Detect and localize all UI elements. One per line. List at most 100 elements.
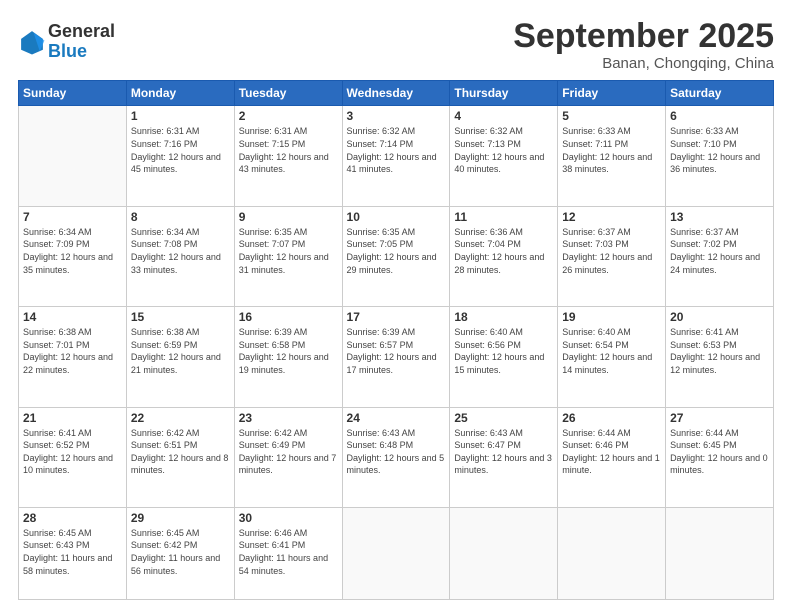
table-row: 21Sunrise: 6:41 AM Sunset: 6:52 PM Dayli… <box>19 407 127 507</box>
day-info: Sunrise: 6:43 AM Sunset: 6:48 PM Dayligh… <box>347 427 446 477</box>
header: General Blue September 2025 Banan, Chong… <box>18 18 774 72</box>
day-info: Sunrise: 6:33 AM Sunset: 7:10 PM Dayligh… <box>670 125 769 175</box>
day-info: Sunrise: 6:41 AM Sunset: 6:53 PM Dayligh… <box>670 326 769 376</box>
day-number: 27 <box>670 411 769 425</box>
day-info: Sunrise: 6:41 AM Sunset: 6:52 PM Dayligh… <box>23 427 122 477</box>
day-info: Sunrise: 6:32 AM Sunset: 7:14 PM Dayligh… <box>347 125 446 175</box>
day-number: 15 <box>131 310 230 324</box>
day-number: 7 <box>23 210 122 224</box>
day-info: Sunrise: 6:31 AM Sunset: 7:15 PM Dayligh… <box>239 125 338 175</box>
day-info: Sunrise: 6:35 AM Sunset: 7:07 PM Dayligh… <box>239 226 338 276</box>
day-number: 13 <box>670 210 769 224</box>
table-row: 9 Sunrise: 6:35 AM Sunset: 7:07 PM Daylig… <box>234 206 342 306</box>
table-row: 30 Sunrise: 6:46 AM Sunset: 6:41 PM Dayli… <box>234 507 342 599</box>
table-row: 17 Sunrise: 6:39 AM Sunset: 6:57 PM Dayli… <box>342 307 450 407</box>
table-row: 1Sunrise: 6:31 AM Sunset: 7:16 PM Daylig… <box>126 106 234 206</box>
calendar-table: Sunday Monday Tuesday Wednesday Thursday… <box>18 80 774 600</box>
day-number: 18 <box>454 310 553 324</box>
day-info: Sunrise: 6:40 AM Sunset: 6:56 PM Dayligh… <box>454 326 553 376</box>
col-monday: Monday <box>126 81 234 106</box>
day-number: 17 <box>347 310 446 324</box>
day-number: 20 <box>670 310 769 324</box>
day-info: Sunrise: 6:40 AM Sunset: 6:54 PM Dayligh… <box>562 326 661 376</box>
month-title: September 2025 <box>513 18 774 55</box>
table-row: 12 Sunrise: 6:37 AM Sunset: 7:03 PM Dayli… <box>558 206 666 306</box>
day-info: Sunrise: 6:42 AM Sunset: 6:49 PM Dayligh… <box>239 427 338 477</box>
day-info: Sunrise: 6:36 AM Sunset: 7:04 PM Dayligh… <box>454 226 553 276</box>
table-row: 6 Sunrise: 6:33 AM Sunset: 7:10 PM Daylig… <box>666 106 774 206</box>
day-number: 4 <box>454 109 553 123</box>
day-info: Sunrise: 6:39 AM Sunset: 6:58 PM Dayligh… <box>239 326 338 376</box>
day-number: 9 <box>239 210 338 224</box>
table-row: 18 Sunrise: 6:40 AM Sunset: 6:56 PM Dayli… <box>450 307 558 407</box>
day-info: Sunrise: 6:34 AM Sunset: 7:09 PM Dayligh… <box>23 226 122 276</box>
col-thursday: Thursday <box>450 81 558 106</box>
day-info: Sunrise: 6:37 AM Sunset: 7:03 PM Dayligh… <box>562 226 661 276</box>
table-row: 15 Sunrise: 6:38 AM Sunset: 6:59 PM Dayli… <box>126 307 234 407</box>
day-number: 3 <box>347 109 446 123</box>
table-row <box>558 507 666 599</box>
day-info: Sunrise: 6:32 AM Sunset: 7:13 PM Dayligh… <box>454 125 553 175</box>
col-tuesday: Tuesday <box>234 81 342 106</box>
day-info: Sunrise: 6:45 AM Sunset: 6:43 PM Dayligh… <box>23 527 122 577</box>
title-block: September 2025 Banan, Chongqing, China <box>513 18 774 72</box>
day-number: 29 <box>131 511 230 525</box>
day-number: 28 <box>23 511 122 525</box>
day-info: Sunrise: 6:44 AM Sunset: 6:45 PM Dayligh… <box>670 427 769 477</box>
day-info: Sunrise: 6:43 AM Sunset: 6:47 PM Dayligh… <box>454 427 553 477</box>
table-row: 29 Sunrise: 6:45 AM Sunset: 6:42 PM Dayli… <box>126 507 234 599</box>
table-row: 27 Sunrise: 6:44 AM Sunset: 6:45 PM Dayli… <box>666 407 774 507</box>
day-number: 5 <box>562 109 661 123</box>
day-number: 23 <box>239 411 338 425</box>
day-number: 24 <box>347 411 446 425</box>
table-row: 13Sunrise: 6:37 AM Sunset: 7:02 PM Dayli… <box>666 206 774 306</box>
day-info: Sunrise: 6:34 AM Sunset: 7:08 PM Dayligh… <box>131 226 230 276</box>
day-info: Sunrise: 6:35 AM Sunset: 7:05 PM Dayligh… <box>347 226 446 276</box>
table-row: 4 Sunrise: 6:32 AM Sunset: 7:13 PM Daylig… <box>450 106 558 206</box>
calendar-header-row: Sunday Monday Tuesday Wednesday Thursday… <box>19 81 774 106</box>
day-number: 6 <box>670 109 769 123</box>
logo-icon <box>18 28 46 56</box>
day-number: 19 <box>562 310 661 324</box>
table-row <box>666 507 774 599</box>
table-row <box>19 106 127 206</box>
table-row: 22Sunrise: 6:42 AM Sunset: 6:51 PM Dayli… <box>126 407 234 507</box>
day-info: Sunrise: 6:45 AM Sunset: 6:42 PM Dayligh… <box>131 527 230 577</box>
day-number: 11 <box>454 210 553 224</box>
day-number: 14 <box>23 310 122 324</box>
table-row: 14 Sunrise: 6:38 AM Sunset: 7:01 PM Dayli… <box>19 307 127 407</box>
day-info: Sunrise: 6:46 AM Sunset: 6:41 PM Dayligh… <box>239 527 338 577</box>
day-info: Sunrise: 6:39 AM Sunset: 6:57 PM Dayligh… <box>347 326 446 376</box>
day-number: 26 <box>562 411 661 425</box>
table-row: 3 Sunrise: 6:32 AM Sunset: 7:14 PM Daylig… <box>342 106 450 206</box>
day-number: 25 <box>454 411 553 425</box>
table-row: 10 Sunrise: 6:35 AM Sunset: 7:05 PM Dayli… <box>342 206 450 306</box>
table-row: 5 Sunrise: 6:33 AM Sunset: 7:11 PM Daylig… <box>558 106 666 206</box>
table-row: 28 Sunrise: 6:45 AM Sunset: 6:43 PM Dayli… <box>19 507 127 599</box>
col-saturday: Saturday <box>666 81 774 106</box>
logo-line2: Blue <box>48 42 115 62</box>
table-row: 23 Sunrise: 6:42 AM Sunset: 6:49 PM Dayli… <box>234 407 342 507</box>
day-info: Sunrise: 6:31 AM Sunset: 7:16 PM Dayligh… <box>131 125 230 175</box>
day-number: 10 <box>347 210 446 224</box>
day-info: Sunrise: 6:33 AM Sunset: 7:11 PM Dayligh… <box>562 125 661 175</box>
table-row: 16 Sunrise: 6:39 AM Sunset: 6:58 PM Dayli… <box>234 307 342 407</box>
logo: General Blue <box>18 22 115 62</box>
day-number: 22 <box>131 411 230 425</box>
table-row: 25 Sunrise: 6:43 AM Sunset: 6:47 PM Dayli… <box>450 407 558 507</box>
day-info: Sunrise: 6:38 AM Sunset: 7:01 PM Dayligh… <box>23 326 122 376</box>
table-row: 26Sunrise: 6:44 AM Sunset: 6:46 PM Dayli… <box>558 407 666 507</box>
day-number: 16 <box>239 310 338 324</box>
day-number: 12 <box>562 210 661 224</box>
table-row: 7 Sunrise: 6:34 AM Sunset: 7:09 PM Daylig… <box>19 206 127 306</box>
day-number: 2 <box>239 109 338 123</box>
table-row: 11 Sunrise: 6:36 AM Sunset: 7:04 PM Dayli… <box>450 206 558 306</box>
table-row <box>342 507 450 599</box>
col-friday: Friday <box>558 81 666 106</box>
day-info: Sunrise: 6:38 AM Sunset: 6:59 PM Dayligh… <box>131 326 230 376</box>
table-row: 19 Sunrise: 6:40 AM Sunset: 6:54 PM Dayli… <box>558 307 666 407</box>
page: General Blue September 2025 Banan, Chong… <box>0 0 792 612</box>
col-sunday: Sunday <box>19 81 127 106</box>
table-row <box>450 507 558 599</box>
day-number: 30 <box>239 511 338 525</box>
